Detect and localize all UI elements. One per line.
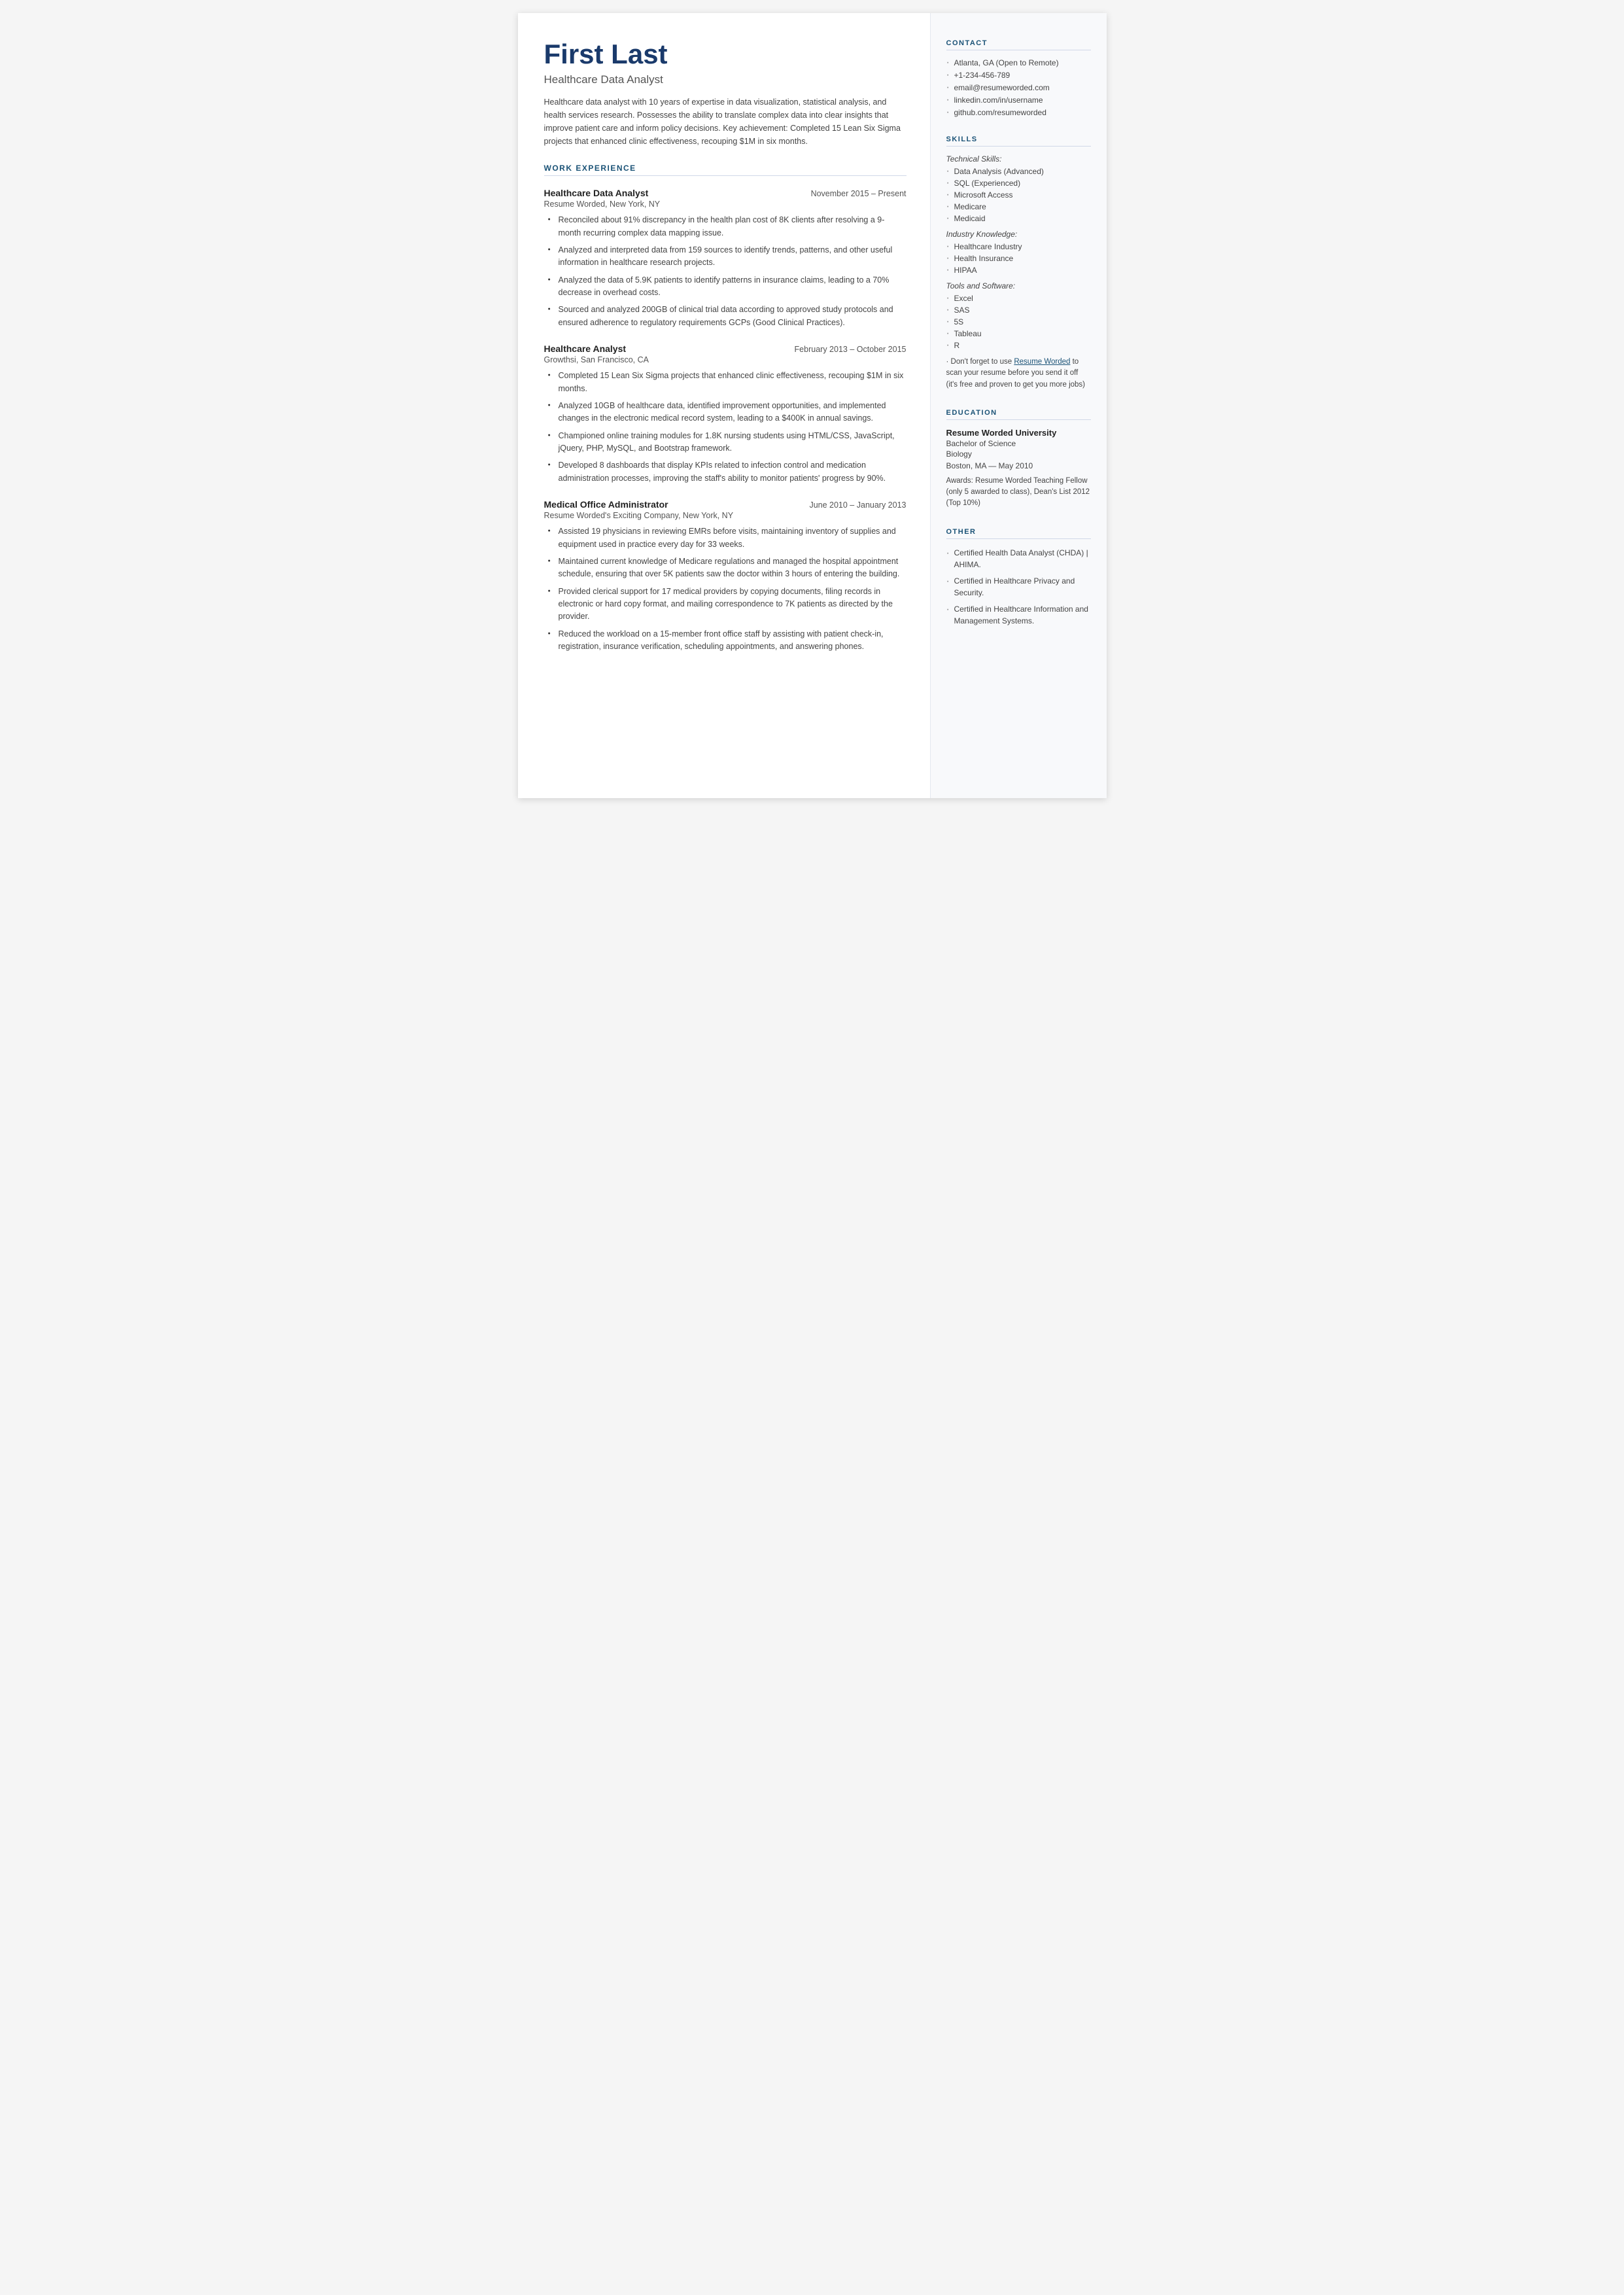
skill-ind-1: Health Insurance <box>946 254 1091 263</box>
job-block-2: Healthcare Analyst February 2013 – Octob… <box>544 343 907 485</box>
contact-item-1: +1-234-456-789 <box>946 71 1091 80</box>
bullet-3-4: Reduced the workload on a 15-member fron… <box>548 628 907 654</box>
education-label: EDUCATION <box>946 409 1091 420</box>
contact-item-3: linkedin.com/in/username <box>946 96 1091 105</box>
resume-worded-link[interactable]: Resume Worded <box>1014 358 1070 366</box>
edu-school: Resume Worded University <box>946 428 1091 438</box>
job-title-3: Medical Office Administrator <box>544 499 668 510</box>
contact-list: Atlanta, GA (Open to Remote) +1-234-456-… <box>946 58 1091 117</box>
bullet-2-3: Championed online training modules for 1… <box>548 430 907 455</box>
job-header-2: Healthcare Analyst February 2013 – Octob… <box>544 343 907 354</box>
bullet-1-1: Reconciled about 91% discrepancy in the … <box>548 214 907 239</box>
job-dates-2: February 2013 – October 2015 <box>795 345 907 354</box>
candidate-name: First Last <box>544 39 907 69</box>
bullet-2-4: Developed 8 dashboards that display KPIs… <box>548 459 907 485</box>
other-list: Certified Health Data Analyst (CHDA) | A… <box>946 547 1091 627</box>
skills-note: · Don't forget to use Resume Worded to s… <box>946 357 1091 391</box>
job-title-1: Healthcare Data Analyst <box>544 188 649 198</box>
other-item-0: Certified Health Data Analyst (CHDA) | A… <box>946 547 1091 570</box>
skill-tool-2: 5S <box>946 317 1091 326</box>
bullet-1-2: Analyzed and interpreted data from 159 s… <box>548 244 907 270</box>
bullet-3-1: Assisted 19 physicians in reviewing EMRs… <box>548 525 907 551</box>
skill-ind-2: HIPAA <box>946 266 1091 275</box>
job-company-2: Growthsi, San Francisco, CA <box>544 355 907 364</box>
tools-skills-list: Excel SAS 5S Tableau R <box>946 294 1091 350</box>
job-block-3: Medical Office Administrator June 2010 –… <box>544 499 907 653</box>
bullet-2-1: Completed 15 Lean Six Sigma projects tha… <box>548 370 907 395</box>
work-experience-label: WORK EXPERIENCE <box>544 164 907 176</box>
job-company-1: Resume Worded, New York, NY <box>544 200 907 209</box>
contact-item-4: github.com/resumeworded <box>946 108 1091 117</box>
job-bullets-3: Assisted 19 physicians in reviewing EMRs… <box>544 525 907 653</box>
bullet-1-3: Analyzed the data of 5.9K patients to id… <box>548 274 907 300</box>
bullet-3-2: Maintained current knowledge of Medicare… <box>548 555 907 581</box>
other-item-2: Certified in Healthcare Information and … <box>946 603 1091 627</box>
job-title-2: Healthcare Analyst <box>544 343 627 354</box>
contact-label: CONTACT <box>946 39 1091 50</box>
skill-tool-1: SAS <box>946 306 1091 315</box>
other-item-1: Certified in Healthcare Privacy and Secu… <box>946 575 1091 599</box>
contact-item-0: Atlanta, GA (Open to Remote) <box>946 58 1091 67</box>
job-dates-1: November 2015 – Present <box>811 189 907 198</box>
resume-container: First Last Healthcare Data Analyst Healt… <box>518 13 1107 798</box>
skills-label: SKILLS <box>946 135 1091 147</box>
skill-ind-0: Healthcare Industry <box>946 242 1091 251</box>
skill-tech-4: Medicaid <box>946 214 1091 223</box>
skill-tool-0: Excel <box>946 294 1091 303</box>
education-section: EDUCATION Resume Worded University Bache… <box>946 409 1091 510</box>
industry-skills-label: Industry Knowledge: <box>946 230 1091 239</box>
skills-section: SKILLS Technical Skills: Data Analysis (… <box>946 135 1091 391</box>
job-header-3: Medical Office Administrator June 2010 –… <box>544 499 907 510</box>
bullet-2-2: Analyzed 10GB of healthcare data, identi… <box>548 400 907 425</box>
technical-skills-list: Data Analysis (Advanced) SQL (Experience… <box>946 167 1091 223</box>
skill-tech-2: Microsoft Access <box>946 190 1091 200</box>
job-header-1: Healthcare Data Analyst November 2015 – … <box>544 188 907 198</box>
job-dates-3: June 2010 – January 2013 <box>809 500 906 510</box>
summary-text: Healthcare data analyst with 10 years of… <box>544 96 907 148</box>
skill-tech-1: SQL (Experienced) <box>946 179 1091 188</box>
job-block-1: Healthcare Data Analyst November 2015 – … <box>544 188 907 329</box>
edu-awards: Awards: Resume Worded Teaching Fellow (o… <box>946 476 1091 510</box>
bullet-3-3: Provided clerical support for 17 medical… <box>548 586 907 623</box>
other-label: OTHER <box>946 528 1091 539</box>
right-column: CONTACT Atlanta, GA (Open to Remote) +1-… <box>930 13 1107 798</box>
industry-skills-list: Healthcare Industry Health Insurance HIP… <box>946 242 1091 275</box>
job-bullets-1: Reconciled about 91% discrepancy in the … <box>544 214 907 329</box>
job-company-3: Resume Worded's Exciting Company, New Yo… <box>544 511 907 520</box>
left-column: First Last Healthcare Data Analyst Healt… <box>518 13 930 798</box>
job-bullets-2: Completed 15 Lean Six Sigma projects tha… <box>544 370 907 485</box>
contact-section: CONTACT Atlanta, GA (Open to Remote) +1-… <box>946 39 1091 117</box>
skill-tech-3: Medicare <box>946 202 1091 211</box>
edu-degree: Bachelor of Science <box>946 439 1091 448</box>
bullet-1-4: Sourced and analyzed 200GB of clinical t… <box>548 304 907 329</box>
skill-tool-4: R <box>946 341 1091 350</box>
technical-skills-label: Technical Skills: <box>946 154 1091 164</box>
skill-tech-0: Data Analysis (Advanced) <box>946 167 1091 176</box>
edu-field: Biology <box>946 448 1091 460</box>
skill-tool-3: Tableau <box>946 329 1091 338</box>
edu-location-date: Boston, MA — May 2010 <box>946 460 1091 472</box>
other-section: OTHER Certified Health Data Analyst (CHD… <box>946 528 1091 627</box>
candidate-title: Healthcare Data Analyst <box>544 73 907 86</box>
tools-skills-label: Tools and Software: <box>946 281 1091 290</box>
contact-item-2: email@resumeworded.com <box>946 83 1091 92</box>
